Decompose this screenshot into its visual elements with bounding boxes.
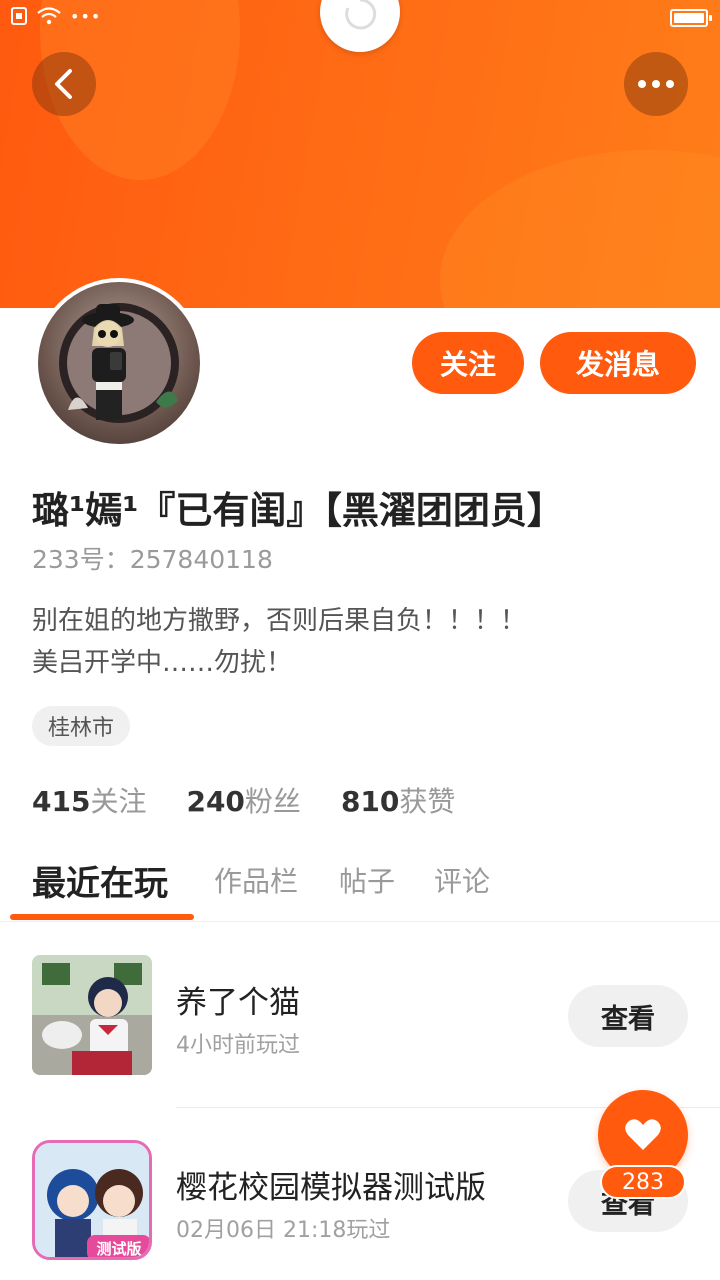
follow-button[interactable]: 关注 (412, 332, 524, 394)
stat-following[interactable]: 415关注 (32, 780, 146, 820)
location-tag: 桂林市 (32, 706, 131, 746)
tab-posts[interactable]: 帖子 (339, 860, 395, 900)
view-button[interactable]: 查看 (568, 985, 688, 1047)
stat-likes[interactable]: 810获赞 (341, 780, 455, 820)
sim-icon (11, 7, 27, 25)
test-version-badge: 测试版 (96, 1240, 141, 1258)
wifi-icon (37, 7, 61, 25)
avatar[interactable] (34, 278, 204, 448)
battery-icon (670, 9, 712, 27)
user-id: 233号：257840118 (32, 545, 273, 574)
tab-comments[interactable]: 评论 (434, 860, 490, 900)
back-button[interactable] (32, 52, 96, 116)
tab-works[interactable]: 作品栏 (214, 860, 298, 900)
more-icon (638, 80, 674, 88)
stat-number: 240 (186, 785, 245, 818)
game-title: 养了个猫 (176, 985, 300, 1021)
stat-number: 415 (32, 785, 91, 818)
game-thumbnail: 测试版 (32, 1140, 152, 1260)
tab-recently-played[interactable]: 最近在玩 (32, 856, 168, 905)
game-thumbnail (32, 955, 152, 1075)
last-played-time: 4小时前玩过 (176, 1033, 300, 1058)
send-message-button[interactable]: 发消息 (540, 332, 696, 394)
stat-followers[interactable]: 240粉丝 (186, 780, 300, 820)
more-button[interactable] (624, 52, 688, 116)
heart-icon (625, 1119, 661, 1150)
tab-bar: 最近在玩 作品栏 帖子 评论 (0, 850, 720, 922)
game-title: 樱花校园模拟器测试版 (176, 1170, 486, 1206)
stat-label: 关注 (90, 785, 147, 818)
stats-row: 415关注 240粉丝 810获赞 (32, 780, 455, 820)
avatar-image (38, 282, 200, 444)
stat-number: 810 (340, 785, 400, 818)
bio: 别在姐的地方撒野，否则后果自负！！！！ 美吕开学中……勿扰！ (32, 600, 526, 684)
list-item[interactable]: 养了个猫 4小时前玩过 查看 (0, 945, 720, 1085)
bio-line: 别在姐的地方撒野，否则后果自负！！！！ (32, 606, 527, 636)
stat-label: 获赞 (399, 785, 456, 818)
refresh-icon (345, 0, 377, 30)
like-count-badge: 283 (600, 1165, 686, 1199)
last-played-time: 02月06日 21:18玩过 (176, 1218, 391, 1243)
chevron-left-icon (55, 69, 72, 99)
username: 璐¹嫣¹『已有闺』【黑濯团团员】 (32, 489, 564, 532)
bio-line: 美吕开学中……勿扰！ (32, 648, 293, 678)
status-icons: ••• (10, 6, 101, 26)
stat-label: 粉丝 (244, 785, 301, 818)
active-tab-indicator (10, 914, 194, 920)
banner-decoration (440, 150, 720, 308)
status-more-dots: ••• (70, 6, 102, 26)
